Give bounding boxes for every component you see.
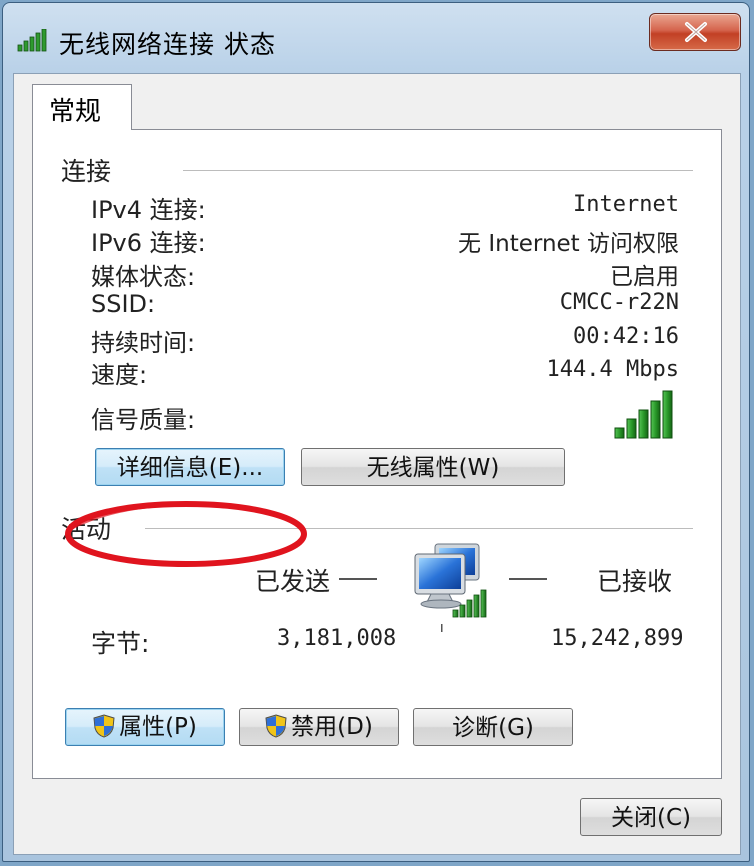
activity-section-label: 活动 [61,515,112,544]
ipv4-label: IPv4 连接: [91,196,206,224]
uac-shield-icon [265,713,287,738]
activity-divider [145,528,693,529]
wifi-signal-icon [17,29,47,52]
details-button[interactable]: 详细信息(E)... [95,448,285,486]
bytes-label: 字节: [91,629,150,658]
duration-label: 持续时间: [91,329,196,357]
tab-general[interactable]: 常规 [32,84,132,130]
close-button[interactable]: 关闭(C) [580,798,722,836]
uac-shield-icon [93,713,115,738]
title-bar[interactable]: 无线网络连接 状态 [3,3,749,71]
general-tab-panel: 连接 IPv4 连接: Internet IPv6 连接: 无 Internet… [32,129,722,779]
ipv4-value: Internet [573,192,679,217]
diagnose-button[interactable]: 诊断(G) [413,708,573,746]
wireless-properties-button[interactable]: 无线属性(W) [301,448,565,486]
properties-button[interactable]: 属性(P) [65,708,225,746]
connection-divider [183,170,693,171]
ipv6-value: 无 Internet 访问权限 [458,231,679,257]
disable-button[interactable]: 禁用(D) [239,708,399,746]
bytes-received-value: 15,242,899 [551,626,684,651]
media-state-value: 已启用 [610,264,679,290]
media-state-label: 媒体状态: [91,263,196,291]
ssid-value: CMCC-r22N [559,290,679,315]
speed-label: 速度: [91,361,148,389]
properties-button-label: 属性(P) [119,714,197,740]
network-computers-icon [414,543,487,632]
connection-section-label: 连接 [61,157,112,186]
signal-quality-label: 信号质量: [91,406,196,434]
dialog-window: 无线网络连接 状态 常规 连接 IPv4 连接: Internet IPv6 连… [2,2,750,862]
speed-value: 144.4 Mbps [546,357,679,382]
sent-label: 已发送 [255,567,331,596]
disable-button-label: 禁用(D) [291,714,373,740]
ssid-label: SSID: [91,290,156,318]
received-connector-line [509,578,547,580]
signal-strength-icon [614,390,673,439]
ipv6-label: IPv6 连接: [91,229,206,257]
close-icon [685,22,707,42]
bytes-sent-value: 3,181,008 [277,626,397,651]
tab-general-label: 常规 [49,97,102,127]
window-title: 无线网络连接 状态 [59,30,276,59]
sent-connector-line [339,578,377,580]
close-window-button[interactable] [649,13,741,51]
dialog-client-area: 常规 连接 IPv4 连接: Internet IPv6 连接: 无 Inter… [13,73,741,855]
received-label: 已接收 [597,567,673,596]
duration-value: 00:42:16 [573,324,679,349]
